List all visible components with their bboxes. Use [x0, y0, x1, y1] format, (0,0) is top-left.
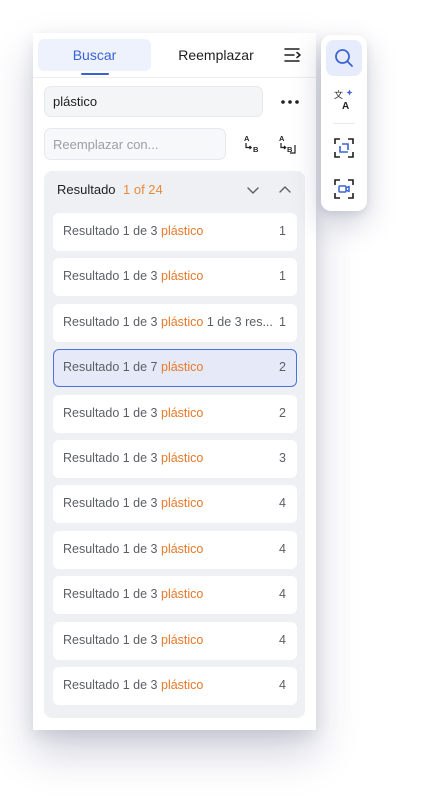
result-text: Resultado 1 de 3 plástico — [63, 496, 204, 510]
screen-record-icon[interactable] — [326, 171, 362, 207]
tab-bar: Buscar Reemplazar — [33, 33, 316, 78]
result-item[interactable]: Resultado 1 de 3 plástico 1 — [53, 258, 297, 296]
result-match: plástico — [161, 224, 204, 238]
result-page: 1 — [279, 269, 286, 283]
result-page: 2 — [279, 360, 286, 374]
search-icon[interactable] — [326, 40, 362, 76]
result-item[interactable]: Resultado 1 de 3 plástico 3 — [53, 440, 297, 478]
result-page: 4 — [279, 587, 286, 601]
result-item[interactable]: Resultado 1 de 3 plástico 1 — [53, 213, 297, 251]
tab-search[interactable]: Buscar — [38, 39, 151, 75]
result-match: plástico — [161, 633, 204, 647]
toolbar-divider — [333, 123, 355, 124]
find-replace-panel: Buscar Reemplazar plástico A B A B — [33, 33, 316, 730]
result-page: 1 — [279, 315, 286, 329]
results-header: Resultado 1 of 24 — [44, 171, 305, 207]
replace-all-icon[interactable]: A B — [275, 132, 299, 156]
svg-text:A: A — [342, 101, 349, 110]
result-item[interactable]: Resultado 1 de 3 plástico 4 — [53, 622, 297, 660]
result-page: 2 — [279, 406, 286, 420]
results-count: 1 of 24 — [123, 182, 163, 197]
result-text: Resultado 1 de 3 plástico — [63, 587, 204, 601]
result-match: plástico — [161, 269, 204, 283]
result-text: Resultado 1 de 3 plástico — [63, 269, 204, 283]
svg-text:A: A — [244, 134, 250, 143]
result-item[interactable]: Resultado 1 de 3 plástico 4 — [53, 485, 297, 523]
more-horizontal-icon[interactable] — [277, 91, 303, 113]
svg-text:A: A — [279, 134, 285, 143]
result-page: 4 — [279, 542, 286, 556]
svg-text:文: 文 — [334, 89, 343, 101]
result-text: Resultado 1 de 3 plástico — [63, 678, 204, 692]
replace-icon[interactable]: A B — [240, 132, 264, 156]
chevron-down-icon[interactable] — [245, 182, 261, 198]
result-text: Resultado 1 de 3 plástico — [63, 542, 204, 556]
result-text: Resultado 1 de 7 plástico — [63, 360, 204, 374]
result-match: plástico — [161, 496, 204, 510]
result-text: Resultado 1 de 3 plástico — [63, 633, 204, 647]
result-match: plástico — [161, 315, 204, 329]
result-text: Resultado 1 de 3 plástico — [63, 224, 204, 238]
replace-input[interactable] — [44, 128, 226, 160]
result-page: 3 — [279, 451, 286, 465]
result-page: 4 — [279, 496, 286, 510]
result-match: plástico — [161, 451, 204, 465]
result-text: Resultado 1 de 3 plástico 1 de 3 res... — [63, 315, 273, 329]
result-match: plástico — [161, 587, 204, 601]
result-item[interactable]: Resultado 1 de 3 plástico 2 — [53, 395, 297, 433]
result-match: plástico — [161, 678, 204, 692]
chevron-up-icon[interactable] — [277, 182, 293, 198]
crop-icon[interactable] — [326, 130, 362, 166]
result-match: plástico — [161, 360, 204, 374]
result-text: Resultado 1 de 3 plástico — [63, 406, 204, 420]
result-item[interactable]: Resultado 1 de 3 plástico 4 — [53, 576, 297, 614]
result-page: 4 — [279, 678, 286, 692]
result-match: plástico — [161, 542, 204, 556]
result-item[interactable]: Resultado 1 de 3 plástico 4 — [53, 531, 297, 569]
result-text: Resultado 1 de 3 plástico — [63, 451, 204, 465]
result-page: 4 — [279, 633, 286, 647]
tab-replace[interactable]: Reemplazar — [166, 39, 266, 71]
translate-icon[interactable]: 文 A — [326, 81, 362, 117]
search-input[interactable]: plástico — [44, 86, 263, 117]
result-item-active[interactable]: Resultado 1 de 7 plástico 2 — [53, 349, 297, 387]
result-match: plástico — [161, 406, 204, 420]
svg-text:B: B — [253, 145, 259, 154]
result-page: 1 — [279, 224, 286, 238]
results-list: Resultado 1 of 24 Resultado 1 de 3 plást… — [44, 171, 305, 718]
results-title: Resultado — [57, 182, 116, 197]
result-item[interactable]: Resultado 1 de 3 plástico 4 — [53, 667, 297, 705]
side-toolbar: 文 A — [321, 35, 367, 211]
result-item[interactable]: Resultado 1 de 3 plástico 1 de 3 res... … — [53, 304, 297, 342]
collapse-panel-icon[interactable] — [282, 45, 304, 65]
